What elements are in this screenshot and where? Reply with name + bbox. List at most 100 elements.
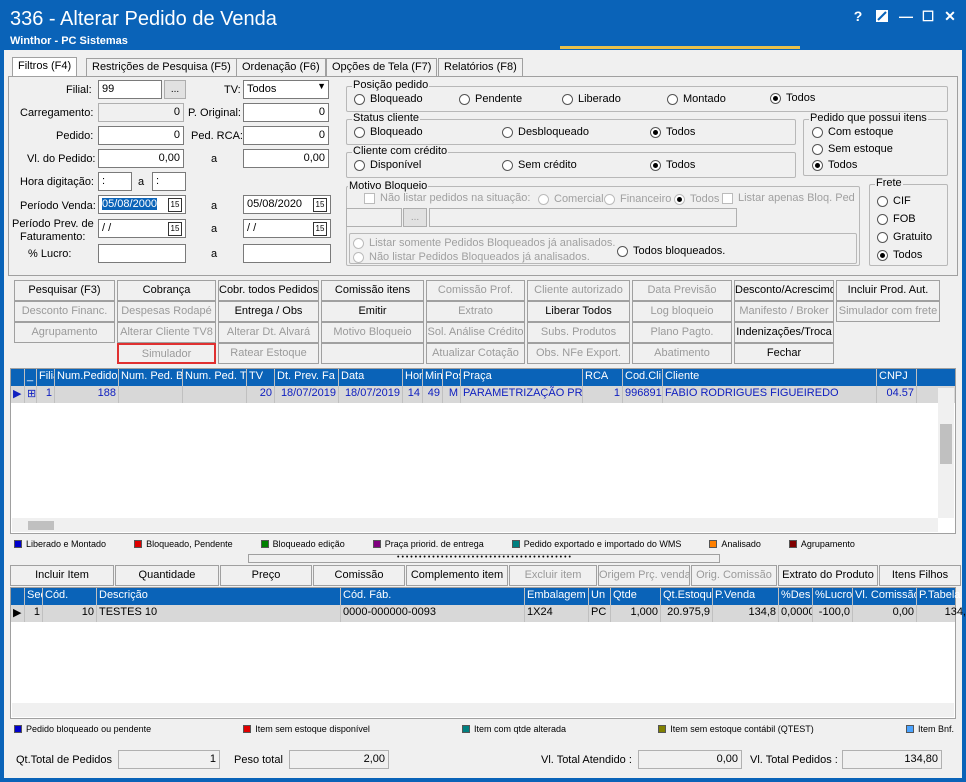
listar-apenas-checkbox[interactable]: Listar apenas Bloq. Ped (722, 192, 855, 204)
action-button-atualizar-cota-o[interactable]: Atualizar Cotação (426, 343, 525, 364)
scroll-thumb[interactable] (940, 424, 952, 464)
itens-radio-circle[interactable] (812, 159, 823, 171)
item-action-extrato-do-produto[interactable]: Extrato do Produto (778, 565, 878, 586)
itens-radio-circle[interactable] (812, 126, 823, 138)
credito-radio-1[interactable]: Sem crédito (502, 159, 577, 171)
filial-input[interactable]: 99 (98, 80, 162, 99)
frete-radio-circle[interactable] (877, 249, 888, 261)
action-button-indeniza-es-troca[interactable]: Indenizações/Troca (734, 322, 834, 343)
action-button-extrato[interactable]: Extrato (426, 301, 525, 322)
listar-somente-radio[interactable]: Listar somente Pedidos Bloqueados já ana… (353, 237, 615, 249)
orders-col-header[interactable]: Num. Ped. T (183, 369, 247, 386)
nao-listar-checkbox[interactable]: Não listar pedidos na situação: (364, 192, 530, 204)
items-hscroll[interactable] (12, 703, 954, 717)
frete-radio-circle[interactable] (877, 213, 888, 225)
status-radio-0[interactable]: Bloqueado (354, 126, 423, 138)
action-button-cobr-todos-pedidos[interactable]: Cobr. todos Pedidos (218, 280, 319, 301)
item-action-excluir-item[interactable]: Excluir item (509, 565, 597, 586)
action-button-emitir[interactable]: Emitir (321, 301, 424, 322)
action-button-plano-pagto-[interactable]: Plano Pagto. (632, 322, 732, 343)
splitter-handle[interactable]: • • • • • • • • • • • • • • • • • • • • … (248, 554, 720, 563)
orders-col-header[interactable]: TV (247, 369, 275, 386)
tab-filtros[interactable]: Filtros (F4) (12, 57, 78, 77)
tv-select[interactable]: Todos ▼ (243, 80, 329, 99)
orders-col-header[interactable]: Pos (443, 369, 461, 386)
action-button-liberar-todos[interactable]: Liberar Todos (527, 301, 630, 322)
action-button-alterar-dt-alvar-[interactable]: Alterar Dt. Alvará (218, 322, 319, 343)
financeiro-radio[interactable]: Financeiro (604, 193, 671, 205)
orders-col-header[interactable]: CNPJ (877, 369, 917, 386)
orders-col-header[interactable]: Filia (37, 369, 55, 386)
orders-col-header[interactable]: Hor (403, 369, 423, 386)
posicao-radio-circle[interactable] (667, 93, 678, 105)
item-action-orig-comiss-o[interactable]: Orig. Comissão (691, 565, 777, 586)
orders-col-header[interactable]: Dt. Prev. Fa (275, 369, 339, 386)
item-action-pre-o[interactable]: Preço (220, 565, 312, 586)
comercial-radio[interactable]: Comercial (538, 193, 604, 205)
vl-pedido-from-input[interactable]: 0,00 (98, 149, 184, 168)
items-grid[interactable]: SecCód.DescriçãoCód. Fáb.EmbalagemUnQtde… (10, 587, 966, 719)
action-button-simulador[interactable]: Simulador (117, 343, 216, 364)
action-button-data-previs-o[interactable]: Data Previsão (632, 280, 732, 301)
status-radio-1[interactable]: Desbloqueado (502, 126, 589, 138)
action-button-despesas-rodap-[interactable]: Despesas Rodapé (117, 301, 216, 322)
items-col-header[interactable]: Qtde (611, 588, 661, 605)
orders-grid[interactable]: _FiliaNum.PedidoNum. Ped. BNum. Ped. TTV… (10, 368, 956, 534)
pedido-input[interactable]: 0 (98, 126, 184, 145)
items-col-header[interactable]: Descrição (97, 588, 341, 605)
credito-radio-circle[interactable] (354, 159, 365, 171)
restore-icon[interactable] (872, 6, 892, 26)
action-button-desconto-acrescimo[interactable]: Desconto/Acrescimo (734, 280, 834, 301)
orders-col-header[interactable]: Data (339, 369, 403, 386)
posicao-radio-2[interactable]: Liberado (562, 93, 621, 105)
item-action-itens-filhos[interactable]: Itens Filhos (879, 565, 961, 586)
credito-radio-circle[interactable] (650, 159, 661, 171)
minimize-icon[interactable]: — (896, 6, 916, 26)
status-radio-circle[interactable] (354, 126, 365, 138)
posicao-radio-circle[interactable] (562, 93, 573, 105)
item-action-comiss-o[interactable]: Comissão (313, 565, 405, 586)
items-col-header[interactable]: Un (589, 588, 611, 605)
itens-radio-1[interactable]: Sem estoque (812, 143, 893, 155)
items-col-header[interactable]: Vl. Comissão (853, 588, 917, 605)
orders-col-header[interactable]: Num.Pedido (55, 369, 119, 386)
itens-radio-circle[interactable] (812, 143, 823, 155)
action-button-subs-produtos[interactable]: Subs. Produtos (527, 322, 630, 343)
calendar-icon[interactable]: 15 (168, 198, 182, 212)
items-col-header[interactable]: %Lucro (813, 588, 853, 605)
ped-rca-input[interactable]: 0 (243, 126, 329, 145)
action-button-entrega-obs[interactable]: Entrega / Obs (218, 301, 319, 322)
filial-lookup-button[interactable]: ... (164, 80, 186, 99)
motivo-todos-radio[interactable]: Todos (674, 193, 719, 205)
frete-radio-2[interactable]: Gratuito (877, 231, 932, 243)
item-action-origem-pr-venda[interactable]: Origem Prç. venda (598, 565, 690, 586)
orders-col-header[interactable]: Num. Ped. B (119, 369, 183, 386)
items-col-header[interactable]: Sec (25, 588, 43, 605)
action-button-comiss-o-prof-[interactable]: Comissão Prof. (426, 280, 525, 301)
posicao-radio-4[interactable]: Todos (770, 92, 815, 104)
action-button-abatimento[interactable]: Abatimento (632, 343, 732, 364)
frete-radio-0[interactable]: CIF (877, 195, 911, 207)
maximize-icon[interactable]: ☐ (918, 6, 938, 26)
action-button-comiss-o-itens[interactable]: Comissão itens (321, 280, 424, 301)
item-action-complemento-item[interactable]: Complemento item (406, 565, 508, 586)
nao-listar-analisados-radio[interactable]: Não listar Pedidos Bloqueados já analisa… (353, 251, 590, 263)
orders-col-header[interactable]: Praça (461, 369, 583, 386)
items-col-header[interactable] (11, 588, 25, 605)
calendar-icon[interactable]: 15 (313, 222, 327, 236)
action-button-desconto-financ-[interactable]: Desconto Financ. (14, 301, 115, 322)
action-button-simulador-com-frete[interactable]: Simulador com frete (836, 301, 940, 322)
action-button-ratear-estoque[interactable]: Ratear Estoque (218, 343, 319, 364)
table-row[interactable]: ▶ 1 10 TESTES 10 0000-000000-0093 1X24 PC 1,000… (11, 605, 966, 622)
action-button-fechar[interactable]: Fechar (734, 343, 834, 364)
p-original-input[interactable]: 0 (243, 103, 329, 122)
posicao-radio-3[interactable]: Montado (667, 93, 726, 105)
posicao-radio-0[interactable]: Bloqueado (354, 93, 423, 105)
lucro-to-input[interactable] (243, 244, 331, 263)
action-button-pesquisar-f3-[interactable]: Pesquisar (F3) (14, 280, 115, 301)
credito-radio-2[interactable]: Todos (650, 159, 695, 171)
status-radio-circle[interactable] (650, 126, 661, 138)
calendar-icon[interactable]: 15 (313, 198, 327, 212)
motivo-code-input[interactable] (346, 208, 402, 227)
posicao-radio-circle[interactable] (354, 93, 365, 105)
